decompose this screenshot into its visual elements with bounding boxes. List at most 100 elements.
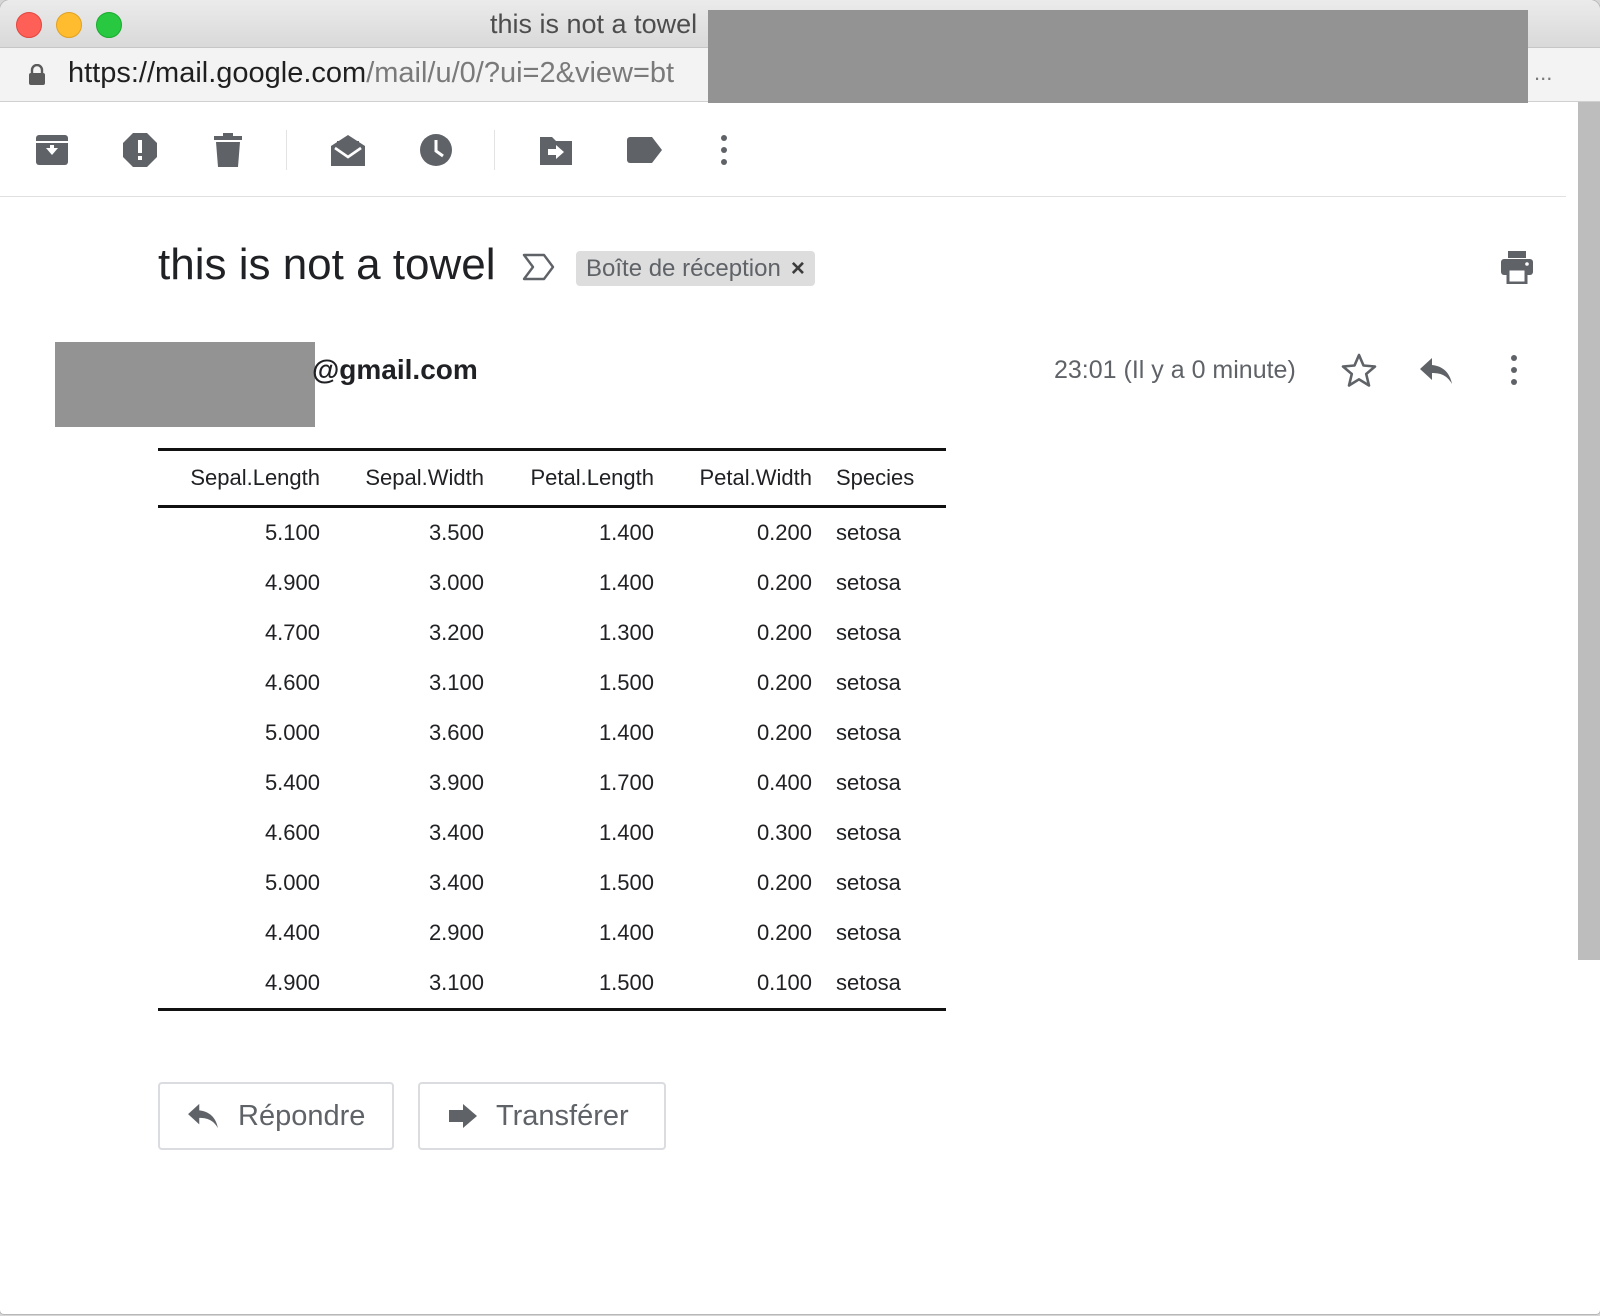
table-cell: 1.400	[598, 920, 654, 945]
mail-open-icon	[331, 135, 365, 166]
important-marker-icon[interactable]	[522, 252, 556, 282]
more-actions-button[interactable]	[704, 130, 744, 170]
table-cell: 0.300	[756, 820, 812, 845]
table-cell: 3.400	[428, 870, 484, 895]
reply-button[interactable]: Répondre	[158, 1082, 394, 1150]
archive-button[interactable]	[32, 130, 72, 170]
star-icon[interactable]	[1340, 352, 1378, 388]
table-row: 4.900 3.100 1.500 0.100 setosa	[158, 958, 946, 1010]
table-cell: 5.400	[264, 770, 320, 795]
table-cell: 5.000	[264, 870, 320, 895]
table-row: 4.600 3.100 1.500 0.200 setosa	[158, 658, 946, 708]
url-overflow: ...	[1534, 60, 1553, 85]
table-cell: 3.100	[428, 970, 484, 995]
url-text[interactable]: https://mail.google.com/mail/u/0/?ui=2&v…	[68, 57, 708, 90]
table-cell: setosa	[836, 870, 901, 895]
table-cell: 1.400	[598, 570, 654, 595]
more-vert-icon[interactable]	[1508, 354, 1520, 386]
lock-icon	[29, 64, 45, 85]
toolbar-separator	[494, 130, 495, 170]
browser-window: this is not a towel https://mail.google.…	[0, 0, 1600, 1314]
forward-button[interactable]: Transférer	[418, 1082, 666, 1150]
redaction-block	[708, 10, 1528, 103]
column-header: Species	[836, 465, 915, 490]
table-cell: 5.000	[264, 720, 320, 745]
table-cell: 0.200	[756, 620, 812, 645]
maximize-window-button[interactable]	[96, 12, 122, 38]
table-cell: 0.200	[756, 870, 812, 895]
table-cell: 0.200	[756, 570, 812, 595]
table-cell: 1.700	[598, 770, 654, 795]
table-cell: 3.400	[428, 820, 484, 845]
table-cell: 4.900	[264, 970, 320, 995]
label-icon	[627, 137, 662, 163]
table-cell: 3.600	[428, 720, 484, 745]
scrollbar[interactable]	[1578, 102, 1600, 960]
table-cell: 3.500	[428, 520, 484, 545]
table-row: 4.700 3.200 1.300 0.200 setosa	[158, 608, 946, 658]
url-path: /mail/u/0/?ui=2&view=bt	[366, 57, 675, 89]
move-to-button[interactable]	[536, 130, 576, 170]
table-row: 4.600 3.400 1.400 0.300 setosa	[158, 808, 946, 858]
table-cell: 4.600	[264, 820, 320, 845]
move-folder-icon	[540, 137, 572, 165]
email-timestamp: 23:01 (Il y a 0 minute)	[1054, 356, 1296, 384]
table-cell: setosa	[836, 820, 901, 845]
table-cell: setosa	[836, 620, 901, 645]
remove-label-button[interactable]: ×	[791, 255, 805, 283]
archive-icon	[36, 135, 68, 165]
table-row: 5.000 3.400 1.500 0.200 setosa	[158, 858, 946, 908]
reply-icon	[188, 1103, 218, 1129]
table-cell: 1.500	[598, 670, 654, 695]
label-chip-text: Boîte de réception	[586, 254, 781, 282]
column-header: Sepal.Width	[365, 465, 484, 490]
table-cell: 4.700	[264, 620, 320, 645]
table-header-row: Sepal.Length Sepal.Width Petal.Length Pe…	[158, 449, 946, 507]
close-window-button[interactable]	[16, 12, 42, 38]
reply-button-label: Répondre	[238, 1099, 366, 1132]
table-cell: 2.900	[428, 920, 484, 945]
table-cell: 1.500	[598, 970, 654, 995]
mark-unread-button[interactable]	[328, 130, 368, 170]
table-cell: 4.600	[264, 670, 320, 695]
trash-icon	[214, 133, 242, 167]
table-cell: 1.300	[598, 620, 654, 645]
table-cell: 0.200	[756, 520, 812, 545]
table-cell: 0.100	[756, 970, 812, 995]
toolbar-separator	[286, 130, 287, 170]
labels-button[interactable]	[624, 130, 664, 170]
table-row: 4.900 3.000 1.400 0.200 setosa	[158, 558, 946, 608]
table-cell: setosa	[836, 670, 901, 695]
table-cell: setosa	[836, 720, 901, 745]
print-icon[interactable]	[1500, 250, 1534, 284]
table-cell: 1.500	[598, 870, 654, 895]
forward-arrow-icon	[449, 1104, 477, 1128]
spam-icon	[123, 133, 157, 167]
email-subject: this is not a towel	[158, 240, 496, 289]
table-row: 4.400 2.900 1.400 0.200 setosa	[158, 908, 946, 958]
table-cell: setosa	[836, 770, 901, 795]
inbox-label-chip[interactable]: Boîte de réception ×	[576, 251, 815, 286]
window-title: this is not a towel	[490, 9, 698, 39]
iris-data-table: Sepal.Length Sepal.Width Petal.Length Pe…	[158, 448, 946, 1011]
table-cell: setosa	[836, 920, 901, 945]
delete-button[interactable]	[208, 130, 248, 170]
snooze-button[interactable]	[416, 130, 456, 170]
report-spam-button[interactable]	[120, 130, 160, 170]
table-cell: setosa	[836, 520, 901, 545]
table-cell: 0.400	[756, 770, 812, 795]
table-cell: 3.200	[428, 620, 484, 645]
forward-button-label: Transférer	[496, 1099, 629, 1132]
redaction-block	[55, 342, 315, 427]
table-cell: 3.000	[428, 570, 484, 595]
table-cell: 1.400	[598, 720, 654, 745]
table-cell: 4.900	[264, 570, 320, 595]
reply-icon[interactable]	[1418, 356, 1454, 386]
table-cell: 0.200	[756, 670, 812, 695]
column-header: Petal.Length	[530, 465, 654, 490]
table-row: 5.100 3.500 1.400 0.200 setosa	[158, 507, 946, 559]
table-cell: 4.400	[264, 920, 320, 945]
minimize-window-button[interactable]	[56, 12, 82, 38]
table-cell: 3.900	[428, 770, 484, 795]
table-row: 5.400 3.900 1.700 0.400 setosa	[158, 758, 946, 808]
